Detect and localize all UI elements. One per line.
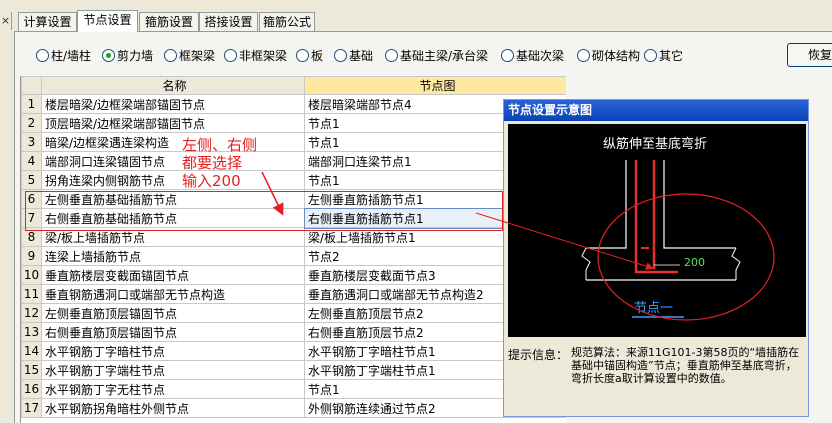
radio-foundation[interactable]: 基础 [334, 45, 373, 65]
close-icon[interactable]: × [0, 12, 12, 30]
row-name: 垂直筋楼层变截面锚固节点 [41, 265, 305, 285]
table-row[interactable]: 16 水平钢筋丁字无柱节点 节点1 [21, 379, 566, 399]
header-node[interactable]: 节点图 [304, 76, 566, 95]
node-diagram-drawing: 200 纵筋伸至基底弯折 节点一 [581, 136, 741, 318]
row-name: 水平钢筋丁字暗柱节点 [41, 341, 305, 361]
row-index: 12 [21, 303, 42, 323]
panel-title: 节点设置示意图 [504, 100, 808, 121]
node-label: 节点一 [634, 301, 673, 316]
node-diagram: 200 纵筋伸至基底弯折 节点一 [508, 124, 806, 337]
node-settings-grid: 名称 节点图 1 楼层暗梁/边框梁端部锚固节点 楼层暗梁端部节点4 2 顶层暗梁/边框… [20, 76, 566, 423]
radio-foundation-main-beam[interactable]: 基础主梁/承台梁 [385, 45, 488, 65]
radio-slab[interactable]: 板 [296, 45, 323, 65]
tab-lap-settings[interactable]: 搭接设置 [199, 12, 258, 31]
radio-label: 基础次梁 [516, 48, 565, 63]
tab-node-settings[interactable]: 节点设置 [77, 10, 138, 32]
diagram-caption: 纵筋伸至基底弯折 [603, 136, 707, 152]
radio-non-frame-beam[interactable]: 非框架梁 [224, 45, 287, 65]
header-index [21, 76, 42, 95]
table-row[interactable]: 13 右侧垂直筋顶层锚固节点 右侧垂直筋顶层节点2 [21, 322, 566, 342]
radio-dot [334, 48, 347, 62]
row-name: 连梁上墙插筋节点 [41, 246, 305, 266]
row-name: 水平钢筋丁字端柱节点 [41, 360, 305, 380]
node-diagram-panel: 节点设置示意图 200 纵筋伸至基底弯折 节点一 提示信息： 规范算法：来源11… [503, 99, 809, 417]
annotation-highlight-box [25, 191, 503, 231]
row-index: 3 [21, 132, 42, 152]
radio-label: 基础 [349, 48, 374, 63]
row-index: 11 [21, 284, 42, 304]
annotation-note: 左侧、右侧 都要选择 输入200 [182, 136, 302, 190]
row-name: 垂直钢筋遇洞口或端部无节点构造 [41, 284, 305, 304]
wall-outline-left [586, 160, 627, 249]
radio-label: 剪力墙 [117, 48, 154, 63]
row-name: 顶层暗梁/边框梁端部锚固节点 [41, 113, 305, 133]
radio-dot [385, 48, 398, 62]
table-row[interactable]: 17 水平钢筋拐角暗柱外侧节点 外侧钢筋连续通过节点2 [21, 398, 566, 418]
row-index: 5 [21, 170, 42, 190]
radio-label: 基础主梁/承台梁 [400, 48, 489, 63]
row-name: 楼层暗梁/边框梁端部锚固节点 [41, 94, 305, 114]
tab-calc-settings[interactable]: 计算设置 [18, 12, 77, 31]
wall-outline-right [663, 160, 736, 249]
break-mark-left [581, 247, 591, 280]
row-index: 15 [21, 360, 42, 380]
row-index: 14 [21, 341, 42, 361]
radio-label: 其它 [659, 48, 684, 63]
row-name: 左侧垂直筋顶层锚固节点 [41, 303, 305, 323]
row-index: 1 [21, 94, 42, 114]
row-index: 16 [21, 379, 42, 399]
tab-stirrup-settings[interactable]: 箍筋设置 [139, 12, 199, 31]
radio-dot [501, 48, 514, 62]
row-index: 10 [21, 265, 42, 285]
restore-button[interactable]: 恢复 [787, 43, 832, 67]
radio-label: 柱/墙柱 [51, 48, 92, 63]
row-index: 2 [21, 113, 42, 133]
hint-label: 提示信息： [508, 348, 569, 362]
table-row[interactable]: 2 顶层暗梁/边框梁端部锚固节点 节点1 [21, 113, 566, 133]
radio-label: 板 [311, 48, 324, 63]
row-index: 9 [21, 246, 42, 266]
table-row[interactable]: 14 水平钢筋丁字暗柱节点 水平钢筋丁字暗柱节点1 [21, 341, 566, 361]
radio-dot [296, 48, 309, 62]
radio-label: 非框架梁 [239, 48, 288, 63]
tab-stirrup-formula[interactable]: 箍筋公式 [259, 12, 315, 31]
row-name: 水平钢筋丁字无柱节点 [41, 379, 305, 399]
row-name: 右侧垂直筋顶层锚固节点 [41, 322, 305, 342]
radio-dot [644, 48, 657, 62]
radio-shear-wall[interactable]: 剪力墙 [102, 45, 153, 65]
radio-foundation-secondary-beam[interactable]: 基础次梁 [501, 45, 564, 65]
table-row[interactable]: 1 楼层暗梁/边框梁端部锚固节点 楼层暗梁端部节点4 [21, 94, 566, 114]
annotation-line: 输入200 [182, 172, 241, 190]
rebar-left [634, 160, 678, 274]
row-index: 4 [21, 151, 42, 171]
table-row[interactable]: 9 连梁上墙插筋节点 节点2 [21, 246, 566, 266]
hint-text: 规范算法：来源11G101-3第58页的“墙插筋在基础中锚固构造”节点；垂直筋伸… [571, 346, 800, 385]
radio-dot-selected [102, 48, 115, 62]
row-name: 水平钢筋拐角暗柱外侧节点 [41, 398, 305, 418]
break-mark-right [731, 247, 741, 280]
radio-dot [577, 48, 590, 62]
table-row[interactable]: 10 垂直筋楼层变截面锚固节点 垂直筋楼层变截面节点3 [21, 265, 566, 285]
radio-frame-beam[interactable]: 框架梁 [164, 45, 215, 65]
header-name[interactable]: 名称 [41, 76, 305, 95]
radio-other[interactable]: 其它 [644, 45, 683, 65]
dimension-value: 200 [684, 256, 705, 269]
radio-masonry[interactable]: 砌体结构 [577, 45, 640, 65]
tab-strip: × 计算设置 节点设置 箍筋设置 搭接设置 箍筋公式 [0, 0, 832, 32]
table-row[interactable]: 12 左侧垂直筋顶层锚固节点 左侧垂直筋顶层节点2 [21, 303, 566, 323]
radio-dot [224, 48, 237, 62]
row-index: 13 [21, 322, 42, 342]
radio-dot [36, 48, 49, 62]
table-row[interactable]: 11 垂直钢筋遇洞口或端部无节点构造 垂直筋遇洞口或端部无节点构造2 [21, 284, 566, 304]
annotation-line: 左侧、右侧 [182, 136, 258, 154]
radio-label: 砌体结构 [592, 48, 641, 63]
radio-dot [164, 48, 177, 62]
row-index: 17 [21, 398, 42, 418]
annotation-line: 都要选择 [182, 154, 243, 172]
radio-column[interactable]: 柱/墙柱 [36, 45, 91, 65]
radio-label: 框架梁 [179, 48, 216, 63]
table-row[interactable]: 15 水平钢筋丁字端柱节点 水平钢筋丁字端柱节点1 [21, 360, 566, 380]
